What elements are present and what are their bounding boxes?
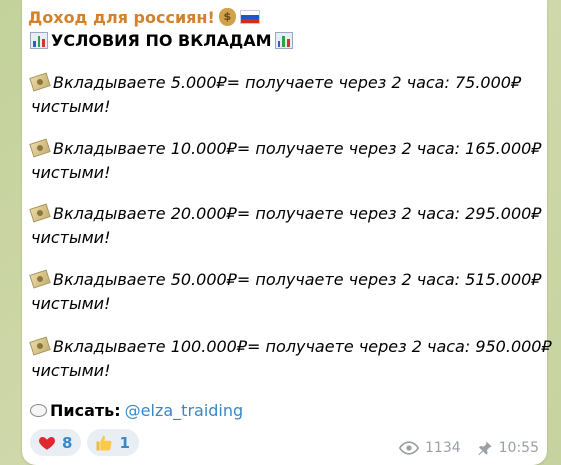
moneybag-icon <box>218 8 236 26</box>
offer-line: чистыми! <box>31 97 111 116</box>
offer-line: Вкладываете 10.000₽= получаете через 2 ч… <box>53 139 542 158</box>
offer-item: Вкладываете 50.000₽= получаете через 2 ч… <box>29 268 542 316</box>
contact-line: Писать: @elza_traiding <box>30 401 243 420</box>
money-icon <box>29 138 51 158</box>
contact-username-link[interactable]: @elza_traiding <box>125 401 244 420</box>
reaction-count: 8 <box>62 433 73 452</box>
message-meta: 1134 10:55 <box>399 440 539 456</box>
view-count: 1134 <box>425 440 461 456</box>
offer-item: Вкладываете 100.000₽= получаете через 2 … <box>29 335 552 383</box>
money-icon <box>29 336 51 356</box>
money-icon <box>29 72 51 92</box>
russia-flag-icon <box>239 10 260 24</box>
contact-label: Писать: <box>50 401 121 420</box>
offer-line: чистыми! <box>31 361 111 380</box>
offer-line: Вкладываете 5.000₽= получаете через 2 ча… <box>53 73 522 92</box>
reaction-heart-button[interactable]: 8 <box>30 429 82 456</box>
money-icon <box>29 203 51 223</box>
pin-icon <box>477 440 493 456</box>
offer-item: Вкладываете 10.000₽= получаете через 2 ч… <box>29 137 542 185</box>
message-time: 10:55 <box>498 440 539 456</box>
bar-chart-icon <box>274 32 293 49</box>
offer-line: чистыми! <box>31 163 111 182</box>
offer-line: Вкладываете 50.000₽= получаете через 2 ч… <box>53 270 542 289</box>
money-icon <box>29 269 51 289</box>
reactions-bar: 8 1 <box>30 429 139 456</box>
bar-chart-icon <box>30 32 48 49</box>
headline-text: УСЛОВИЯ ПО ВКЛАДАМ <box>51 31 272 50</box>
offer-item: Вкладываете 20.000₽= получаете через 2 ч… <box>29 202 542 250</box>
speech-bubble-icon <box>30 404 47 417</box>
reaction-count: 1 <box>119 433 130 452</box>
eye-icon <box>399 441 419 455</box>
thumbs-up-icon <box>95 434 113 452</box>
message-headline: УСЛОВИЯ ПО ВКЛАДАМ <box>30 31 293 50</box>
reaction-thumbs-up-button[interactable]: 1 <box>87 429 139 456</box>
channel-title[interactable]: Доход для россиян! <box>28 8 260 27</box>
offer-line: Вкладываете 100.000₽= получаете через 2 … <box>53 337 552 356</box>
offer-line: чистыми! <box>31 228 111 247</box>
offer-item: Вкладываете 5.000₽= получаете через 2 ча… <box>29 71 522 119</box>
message-bubble[interactable]: Доход для россиян! УСЛОВИЯ ПО ВКЛАДАМ Вк… <box>22 0 552 465</box>
offer-line: чистыми! <box>31 294 111 313</box>
channel-title-text[interactable]: Доход для россиян! <box>28 8 215 27</box>
offer-line: Вкладываете 20.000₽= получаете через 2 ч… <box>53 204 542 223</box>
heart-icon <box>38 434 56 452</box>
